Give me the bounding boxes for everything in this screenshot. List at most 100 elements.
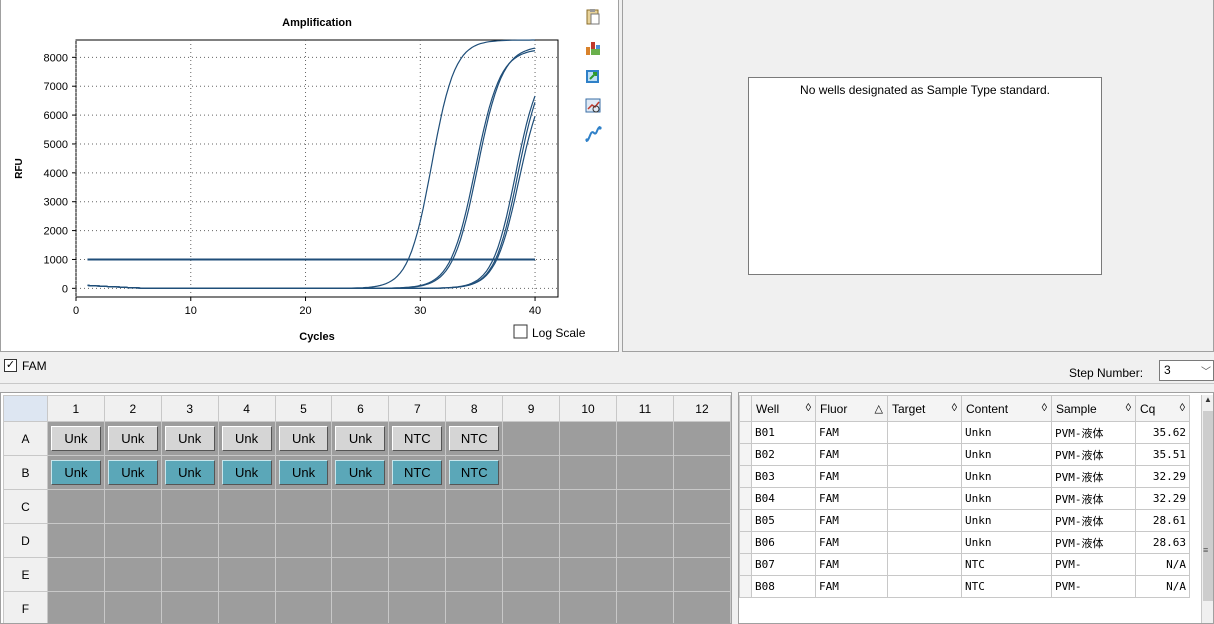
plate-well[interactable] bbox=[331, 591, 390, 623]
plate-row-header[interactable]: D bbox=[3, 523, 48, 558]
plate-well[interactable] bbox=[274, 489, 333, 524]
export-icon[interactable] bbox=[584, 67, 602, 85]
row-selector[interactable] bbox=[739, 531, 752, 554]
plate-well[interactable]: Unk bbox=[46, 421, 105, 456]
column-header-well[interactable]: Well ◊ bbox=[751, 395, 816, 422]
plate-column-header[interactable]: 5 bbox=[274, 395, 333, 422]
plate-column-header[interactable]: 3 bbox=[160, 395, 219, 422]
plate-well[interactable] bbox=[616, 421, 674, 456]
plate-well[interactable]: NTC bbox=[445, 421, 504, 456]
amplification-chart[interactable]: 0 1000 2000 3000 4000 5000 6000 7000 8000 0 10 20 30… bbox=[1, 0, 620, 352]
plate-well[interactable] bbox=[502, 523, 561, 558]
plate-well[interactable] bbox=[672, 523, 731, 558]
plate-column-header[interactable]: 1 bbox=[46, 395, 105, 422]
row-selector[interactable] bbox=[739, 487, 752, 510]
plate-well[interactable]: Unk bbox=[160, 455, 219, 490]
curve-icon[interactable] bbox=[584, 125, 602, 143]
column-header-content[interactable]: Content ◊ bbox=[961, 395, 1052, 422]
plate-well[interactable] bbox=[388, 523, 447, 558]
plate-well[interactable]: NTC bbox=[445, 455, 504, 490]
plate-well[interactable]: Unk bbox=[331, 421, 390, 456]
plate-row-header[interactable]: A bbox=[3, 421, 48, 456]
plate-well[interactable] bbox=[672, 455, 731, 490]
scroll-thumb[interactable] bbox=[1203, 411, 1213, 601]
plate-well[interactable] bbox=[46, 489, 105, 524]
table-row[interactable]: B06 FAM Unkn PVM-液体 28.63 bbox=[739, 531, 1190, 554]
plate-well[interactable] bbox=[502, 591, 561, 623]
column-header-cq[interactable]: Cq ◊ bbox=[1135, 395, 1190, 422]
plate-well[interactable] bbox=[559, 455, 618, 490]
plate-well[interactable]: Unk bbox=[103, 421, 162, 456]
plate-well[interactable] bbox=[160, 591, 219, 623]
table-row[interactable]: B08 FAM NTC PVM- N/A bbox=[739, 575, 1190, 598]
plate-well[interactable] bbox=[160, 523, 219, 558]
plate-well[interactable] bbox=[46, 591, 105, 623]
table-row[interactable]: B01 FAM Unkn PVM-液体 35.62 bbox=[739, 421, 1190, 444]
table-row[interactable]: B05 FAM Unkn PVM-液体 28.61 bbox=[739, 509, 1190, 532]
bar-chart-icon[interactable] bbox=[584, 38, 602, 56]
plate-column-header[interactable]: 8 bbox=[445, 395, 504, 422]
plate-well[interactable] bbox=[672, 591, 731, 623]
plate-well[interactable] bbox=[502, 455, 561, 490]
plate-well[interactable]: Unk bbox=[331, 455, 390, 490]
plate-well[interactable] bbox=[672, 489, 731, 524]
plate-well[interactable] bbox=[445, 523, 504, 558]
plate-well[interactable]: Unk bbox=[160, 421, 219, 456]
table-row[interactable]: B03 FAM Unkn PVM-液体 32.29 bbox=[739, 465, 1190, 488]
plate-column-header[interactable]: 4 bbox=[217, 395, 276, 422]
plate-well[interactable] bbox=[46, 557, 105, 592]
plate-well[interactable]: Unk bbox=[103, 455, 162, 490]
plate-well[interactable] bbox=[274, 591, 333, 623]
plate-row-header[interactable]: F bbox=[3, 591, 48, 623]
row-selector[interactable] bbox=[739, 465, 752, 488]
plate-well[interactable]: Unk bbox=[217, 421, 276, 456]
plate-well[interactable] bbox=[559, 421, 618, 456]
plate-well[interactable] bbox=[388, 591, 447, 623]
plate-well[interactable] bbox=[616, 557, 674, 592]
plate-well[interactable] bbox=[103, 523, 162, 558]
plate-well[interactable] bbox=[217, 523, 276, 558]
plate-well[interactable]: Unk bbox=[46, 455, 105, 490]
plate-well[interactable] bbox=[502, 421, 561, 456]
plate-well[interactable]: NTC bbox=[388, 421, 447, 456]
plate-well[interactable] bbox=[388, 489, 447, 524]
plate-row-header[interactable]: B bbox=[3, 455, 48, 490]
plate-well[interactable] bbox=[331, 489, 390, 524]
plate-well[interactable] bbox=[160, 557, 219, 592]
plate-well[interactable] bbox=[445, 591, 504, 623]
table-row[interactable]: B02 FAM Unkn PVM-液体 35.51 bbox=[739, 443, 1190, 466]
plate-well[interactable] bbox=[502, 557, 561, 592]
plate-well[interactable] bbox=[274, 523, 333, 558]
plate-well[interactable] bbox=[274, 557, 333, 592]
plate-column-header[interactable]: 6 bbox=[331, 395, 390, 422]
zoom-chart-icon[interactable] bbox=[584, 97, 602, 115]
row-selector[interactable] bbox=[739, 509, 752, 532]
log-scale-checkbox[interactable] bbox=[513, 324, 528, 339]
row-selector[interactable] bbox=[739, 443, 752, 466]
clipboard-icon[interactable] bbox=[584, 8, 602, 26]
scroll-up-icon[interactable]: ▲ bbox=[1202, 395, 1213, 409]
plate-row-header[interactable]: C bbox=[3, 489, 48, 524]
step-number-select[interactable]: 3 ﹀ bbox=[1159, 360, 1214, 381]
plate-well[interactable] bbox=[160, 489, 219, 524]
plate-well[interactable] bbox=[331, 557, 390, 592]
row-selector[interactable] bbox=[739, 575, 752, 598]
column-header-target[interactable]: Target ◊ bbox=[887, 395, 962, 422]
plate-well[interactable] bbox=[331, 523, 390, 558]
plate-column-header[interactable]: 12 bbox=[672, 395, 731, 422]
plate-well[interactable] bbox=[217, 489, 276, 524]
plate-well[interactable] bbox=[217, 591, 276, 623]
plate-column-header[interactable]: 11 bbox=[616, 395, 674, 422]
plate-well[interactable] bbox=[445, 557, 504, 592]
plate-well[interactable] bbox=[672, 421, 731, 456]
plate-well[interactable]: NTC bbox=[388, 455, 447, 490]
column-header-fluor[interactable]: Fluor △ bbox=[815, 395, 888, 422]
plate-well[interactable] bbox=[502, 489, 561, 524]
plate-well[interactable] bbox=[672, 557, 731, 592]
plate-well[interactable] bbox=[46, 523, 105, 558]
plate-well[interactable]: Unk bbox=[274, 455, 333, 490]
plate-well[interactable]: Unk bbox=[217, 455, 276, 490]
plate-well[interactable] bbox=[217, 557, 276, 592]
table-row[interactable]: B04 FAM Unkn PVM-液体 32.29 bbox=[739, 487, 1190, 510]
table-row[interactable]: B07 FAM NTC PVM- N/A bbox=[739, 553, 1190, 576]
